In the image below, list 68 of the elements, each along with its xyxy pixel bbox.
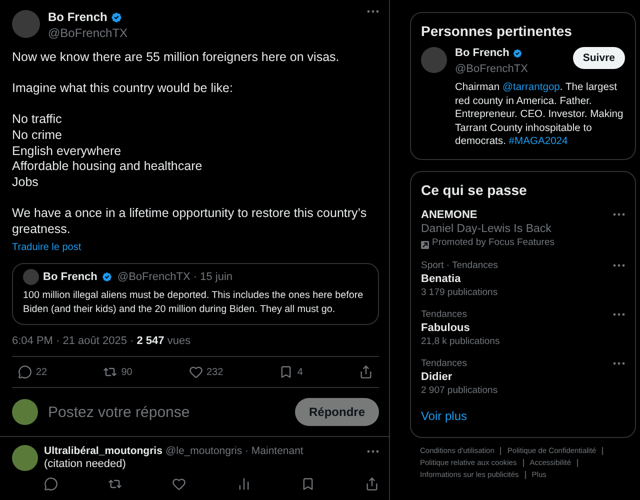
reply-input[interactable]: Postez votre réponse — [46, 402, 287, 422]
avatar — [23, 269, 39, 286]
section-title: Ce qui se passe — [421, 182, 528, 198]
views-button[interactable] — [236, 477, 251, 492]
share-icon — [359, 365, 373, 380]
quoted-post[interactable]: Bo French @BoFrenchTX · 15 juin 100 million illegal aliens must be deported. This includes the ones here before Biden (and their kids) and the 20 million during Biden. They all must go. — [12, 263, 379, 326]
more-icon[interactable] — [613, 212, 625, 216]
person-handle[interactable]: @BoFrenchTX — [455, 63, 528, 75]
share-button[interactable] — [364, 477, 379, 492]
trend-item[interactable]: Sport · Tendances Benatia 3 179 publications — [421, 260, 498, 298]
author-name: Bo French — [43, 271, 98, 284]
post-count: 3 179 publications — [421, 286, 498, 298]
post-count: 21,8 k publications — [421, 336, 500, 346]
reply-button[interactable]: Répondre — [294, 398, 379, 426]
more-icon[interactable] — [613, 264, 625, 266]
trend-category: Tendances — [421, 308, 467, 320]
share-icon — [364, 477, 379, 492]
follow-button[interactable]: Suivre — [572, 47, 625, 69]
heart-icon — [172, 477, 186, 492]
trend-category: Tendances — [421, 358, 467, 368]
show-more-link[interactable]: Voir plus — [421, 408, 468, 422]
reply-button[interactable] — [44, 477, 58, 492]
promoted-icon — [421, 240, 429, 248]
section-title: Personnes pertinentes — [421, 23, 573, 39]
trend-name: Fabulous — [421, 322, 470, 334]
share-button[interactable] — [359, 365, 373, 380]
bio-link[interactable]: @tarrantgop — [502, 82, 560, 93]
person-bio: Chairman @tarrantgop. The largest red county in America. Father. Entrepreneur. CEO. Investor. Making Tarrant County inhospitable to democrats. #MAGA2024 — [455, 81, 624, 148]
trend-subtitle: Daniel Day-Lewis Is Back — [421, 222, 552, 234]
more-icon[interactable] — [367, 450, 379, 453]
like-button[interactable]: 232 — [188, 365, 224, 380]
author-handle[interactable]: @le_moutongris · Maintenant — [165, 445, 304, 458]
like-button[interactable] — [172, 477, 186, 492]
avatar — [12, 399, 38, 426]
post-meta: 6:04 PM · 21 août 2025 · 2 547 vues — [12, 335, 192, 348]
author-name[interactable]: Bo French — [48, 10, 108, 24]
heart-icon — [188, 365, 202, 380]
trend-item[interactable]: Tendances Fabulous 21,8 k publications — [421, 308, 500, 346]
bookmark-button[interactable]: 4 — [279, 365, 303, 380]
reply-button[interactable]: 22 — [18, 365, 48, 380]
more-icon[interactable] — [367, 10, 379, 13]
quoted-text: 100 million illegal aliens must be deported. This includes the ones here before Biden (and their kids) and the 20 million during Biden. They all must go. — [23, 289, 364, 318]
reply-text: (citation needed) — [44, 457, 127, 472]
bar-chart-icon — [236, 477, 251, 492]
bookmark-icon — [300, 477, 315, 492]
bio-link[interactable]: #MAGA2024 — [508, 136, 568, 147]
bookmark-button[interactable] — [300, 477, 315, 492]
person-name[interactable]: Bo French — [455, 47, 510, 59]
more-icon[interactable] — [613, 362, 625, 364]
trend-name: Didier — [421, 370, 452, 382]
repost-button[interactable]: 90 — [103, 365, 132, 380]
author-name[interactable]: Ultralibéral_moutongris — [44, 445, 162, 458]
author-handle: @BoFrenchTX · 15 juin — [117, 271, 233, 284]
avatar[interactable] — [12, 445, 38, 472]
trend-item[interactable]: ANEMONE Daniel Day-Lewis Is Back Promoted by Focus Features — [421, 208, 554, 248]
promoted-label: Promoted by Focus Features — [421, 236, 554, 248]
trend-item[interactable]: Tendances Didier 2 907 publications — [421, 358, 498, 396]
author-handle[interactable]: @BoFrenchTX — [48, 26, 128, 40]
bookmark-icon — [279, 365, 294, 380]
speech-bubble-icon — [44, 477, 58, 492]
translate-link[interactable]: Traduire le post — [12, 242, 82, 254]
post-count: 2 907 publications — [421, 384, 498, 396]
trend-name: Benatia — [421, 272, 461, 284]
more-icon[interactable] — [613, 312, 625, 316]
speech-bubble-icon — [18, 365, 32, 380]
post-text: Now we know there are 55 million foreigners here on visas. Imagine what this country would be like: No traffic No crime English everywhere Affordable housing and healthcare Jobs We have a once in a lifetime opportunity to restore this country’s greatness. — [12, 50, 368, 238]
trend-name: ANEMONE — [421, 208, 478, 220]
trend-category: Sport · Tendances — [421, 260, 498, 270]
